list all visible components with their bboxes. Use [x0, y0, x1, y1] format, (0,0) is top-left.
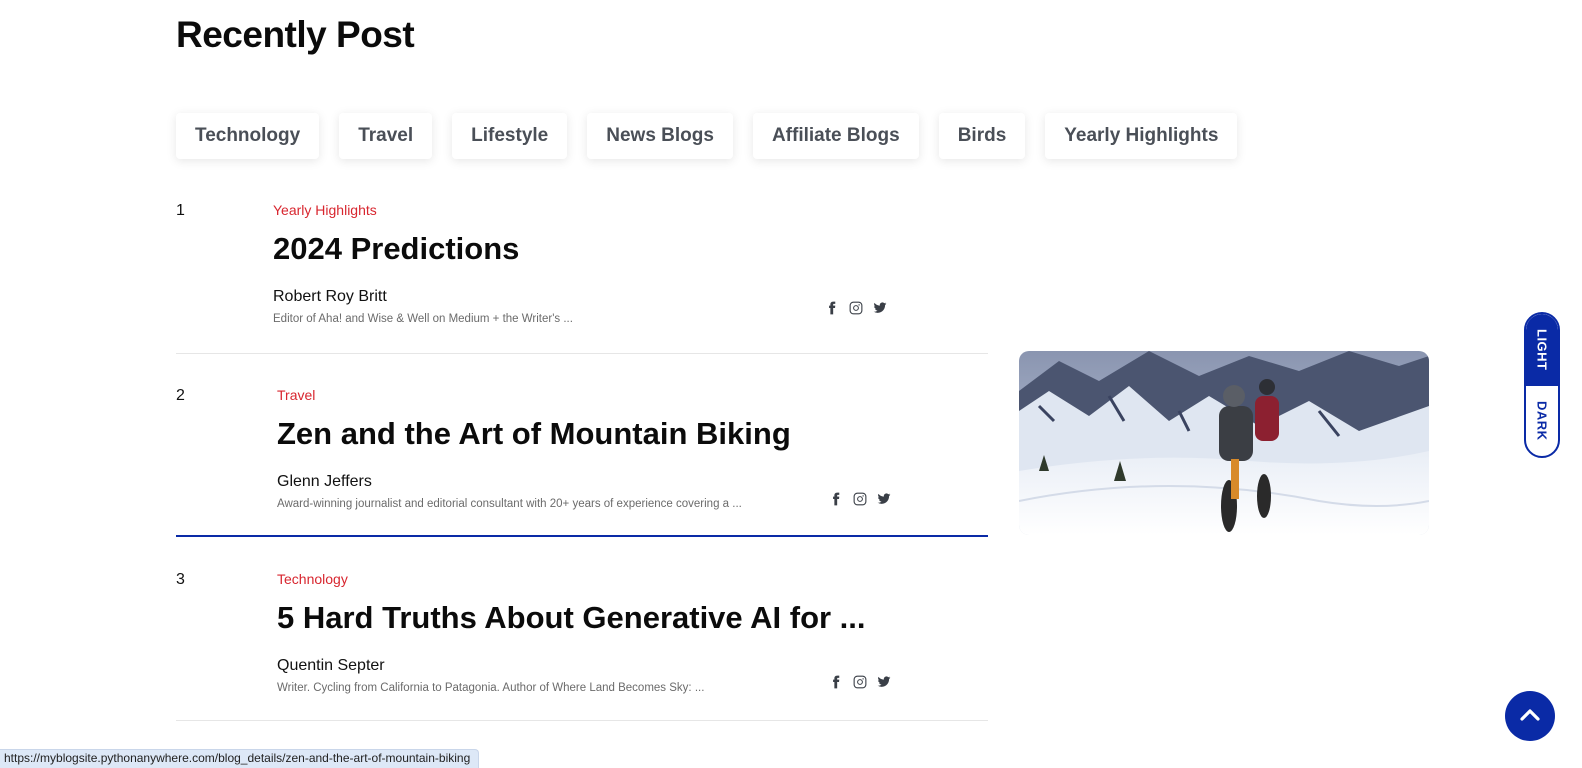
social-links	[828, 491, 891, 506]
post-author[interactable]: Glenn Jeffers	[277, 473, 791, 491]
instagram-icon[interactable]	[852, 491, 867, 506]
theme-toggle: LIGHT DARK	[1524, 312, 1560, 458]
post-item[interactable]: 2 Travel Zen and the Art of Mountain Bik…	[176, 387, 988, 537]
theme-light-label: LIGHT	[1534, 329, 1550, 371]
post-category[interactable]: Technology	[277, 571, 866, 587]
instagram-icon[interactable]	[848, 300, 863, 315]
post-number: 2	[176, 387, 185, 404]
category-tab-technology[interactable]: Technology	[176, 113, 320, 159]
category-tab-lifestyle[interactable]: Lifestyle	[452, 113, 568, 159]
post-preview-image[interactable]	[1019, 351, 1429, 535]
post-item[interactable]: 1 Yearly Highlights 2024 Predictions Rob…	[176, 202, 988, 354]
social-links	[824, 300, 887, 315]
category-tab-news-blogs[interactable]: News Blogs	[587, 113, 733, 159]
post-title[interactable]: Zen and the Art of Mountain Biking	[277, 416, 791, 452]
chevron-up-icon	[1520, 707, 1540, 726]
facebook-icon[interactable]	[828, 491, 843, 506]
browser-status-url: https://myblogsite.pythonanywhere.com/bl…	[0, 749, 480, 768]
twitter-icon[interactable]	[876, 674, 891, 689]
category-tab-yearly-highlights[interactable]: Yearly Highlights	[1045, 113, 1238, 159]
post-title[interactable]: 2024 Predictions	[273, 231, 573, 267]
twitter-icon[interactable]	[876, 491, 891, 506]
category-filter-bar: Technology Travel Lifestyle News Blogs A…	[176, 113, 1238, 159]
theme-dark-button[interactable]: DARK	[1526, 386, 1558, 456]
post-category[interactable]: Yearly Highlights	[273, 202, 573, 218]
social-links	[828, 674, 891, 689]
post-author[interactable]: Quentin Septer	[277, 657, 866, 675]
post-title[interactable]: 5 Hard Truths About Generative AI for ..…	[277, 600, 866, 636]
post-item[interactable]: 3 Technology 5 Hard Truths About Generat…	[176, 571, 988, 721]
theme-dark-label: DARK	[1534, 401, 1550, 441]
post-author[interactable]: Robert Roy Britt	[273, 288, 573, 306]
post-number: 3	[176, 571, 185, 588]
theme-light-button[interactable]: LIGHT	[1526, 314, 1558, 386]
category-tab-birds[interactable]: Birds	[938, 113, 1026, 159]
post-author-bio: Writer. Cycling from California to Patag…	[277, 682, 705, 694]
post-author-bio: Editor of Aha! and Wise & Well on Medium…	[273, 313, 573, 325]
facebook-icon[interactable]	[824, 300, 839, 315]
section-title: Recently Post	[176, 14, 415, 55]
twitter-icon[interactable]	[872, 300, 887, 315]
post-author-bio: Award-winning journalist and editorial c…	[277, 498, 742, 510]
post-number: 1	[176, 202, 185, 219]
category-tab-affiliate-blogs[interactable]: Affiliate Blogs	[752, 113, 919, 159]
scroll-to-top-button[interactable]	[1505, 691, 1555, 741]
post-category[interactable]: Travel	[277, 387, 791, 403]
instagram-icon[interactable]	[852, 674, 867, 689]
category-tab-travel[interactable]: Travel	[339, 113, 433, 159]
facebook-icon[interactable]	[828, 674, 843, 689]
